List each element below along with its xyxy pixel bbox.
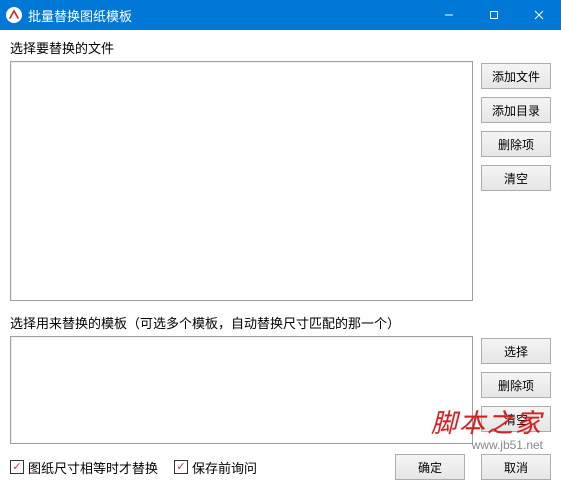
templates-section-label: 选择用来替换的模板（可选多个模板，自动替换尺寸匹配的那一个） bbox=[10, 313, 551, 332]
clear-templates-button[interactable]: 清空 bbox=[481, 406, 551, 432]
titlebar: 批量替换图纸模板 bbox=[0, 0, 561, 30]
files-listbox[interactable] bbox=[10, 61, 473, 301]
client-area: 选择要替换的文件 添加文件 添加目录 删除项 清空 选择用来替换的模板（可选多个… bbox=[0, 30, 561, 500]
maximize-button[interactable] bbox=[471, 0, 516, 30]
ask-before-save-label: 保存前询问 bbox=[192, 458, 257, 477]
same-size-checkbox[interactable]: ✓ 图纸尺寸相等时才替换 bbox=[10, 458, 158, 477]
files-section-label: 选择要替换的文件 bbox=[10, 38, 551, 57]
ok-button[interactable]: 确定 bbox=[395, 454, 465, 480]
app-icon bbox=[6, 7, 22, 23]
delete-item-button[interactable]: 删除项 bbox=[481, 131, 551, 157]
templates-listbox[interactable] bbox=[10, 336, 473, 444]
clear-button[interactable]: 清空 bbox=[481, 165, 551, 191]
cancel-button[interactable]: 取消 bbox=[481, 454, 551, 480]
window-title: 批量替换图纸模板 bbox=[28, 6, 426, 25]
add-directory-button[interactable]: 添加目录 bbox=[481, 97, 551, 123]
add-file-button[interactable]: 添加文件 bbox=[481, 63, 551, 89]
files-button-column: 添加文件 添加目录 删除项 清空 bbox=[481, 61, 551, 301]
checkbox-box: ✓ bbox=[174, 460, 188, 474]
templates-button-column: 选择 删除项 清空 bbox=[481, 336, 551, 444]
same-size-label: 图纸尺寸相等时才替换 bbox=[28, 458, 158, 477]
minimize-button[interactable] bbox=[426, 0, 471, 30]
checkbox-box: ✓ bbox=[10, 460, 24, 474]
select-template-button[interactable]: 选择 bbox=[481, 338, 551, 364]
close-button[interactable] bbox=[516, 0, 561, 30]
bottom-row: ✓ 图纸尺寸相等时才替换 ✓ 保存前询问 确定 取消 bbox=[10, 454, 551, 480]
delete-template-item-button[interactable]: 删除项 bbox=[481, 372, 551, 398]
ask-before-save-checkbox[interactable]: ✓ 保存前询问 bbox=[174, 458, 257, 477]
